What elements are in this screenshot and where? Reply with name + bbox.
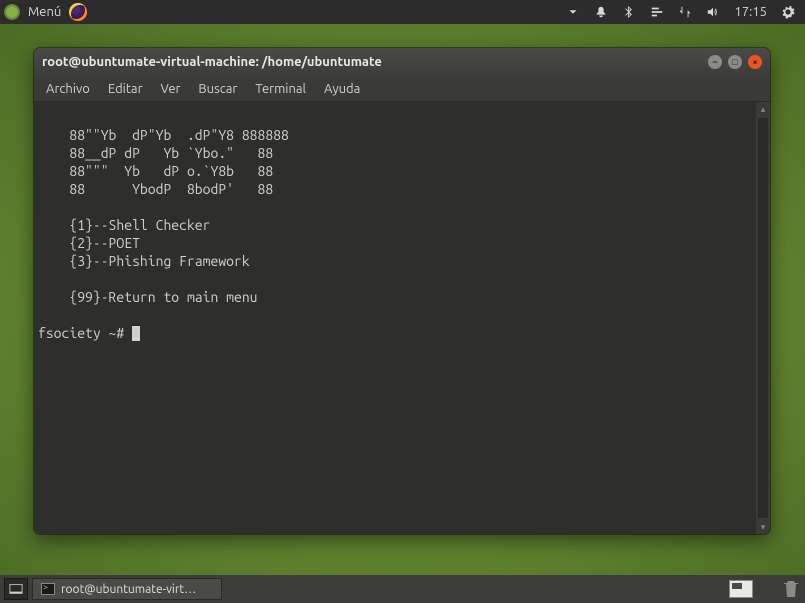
close-button[interactable]: × — [748, 55, 762, 69]
terminal-content[interactable]: 88""Yb dP"Yb .dP"Y8 888888 88__dP dP Yb … — [34, 102, 756, 534]
bottom-panel: root@ubuntumate-virt… — [0, 575, 805, 603]
network-icon[interactable] — [678, 5, 692, 19]
window-titlebar[interactable]: root@ubuntumate-virtual-machine: /home/u… — [34, 48, 770, 76]
dropdown-icon[interactable] — [566, 5, 580, 19]
menu-button[interactable]: Menú — [28, 5, 61, 19]
minimize-button[interactable]: – — [708, 55, 722, 69]
menu-ayuda[interactable]: Ayuda — [316, 79, 368, 99]
terminal-icon — [41, 583, 55, 595]
scrollbar[interactable]: ▴ ▾ — [756, 102, 770, 534]
menu-terminal[interactable]: Terminal — [247, 79, 314, 99]
bluetooth-icon[interactable] — [622, 5, 636, 19]
window-title: root@ubuntumate-virtual-machine: /home/u… — [42, 55, 382, 69]
top-panel: Menú 17:15 — [0, 0, 805, 24]
show-desktop-button[interactable] — [4, 578, 28, 600]
clock[interactable]: 17:15 — [734, 5, 767, 19]
maximize-button[interactable]: □ — [728, 55, 742, 69]
firefox-icon[interactable] — [69, 3, 87, 21]
menu-editar[interactable]: Editar — [100, 79, 151, 99]
menubar: Archivo Editar Ver Buscar Terminal Ayuda — [34, 76, 770, 102]
taskbar-item-label: root@ubuntumate-virt… — [61, 583, 196, 596]
notification-bell-icon[interactable] — [594, 5, 608, 19]
scroll-down-icon[interactable]: ▾ — [756, 520, 770, 534]
trash-icon[interactable] — [781, 578, 801, 600]
distro-logo-icon[interactable] — [4, 4, 20, 20]
indicator-menu-icon[interactable] — [650, 5, 664, 19]
desktop-background: root@ubuntumate-virtual-machine: /home/u… — [0, 24, 805, 575]
taskbar-item-terminal[interactable]: root@ubuntumate-virt… — [32, 578, 222, 600]
menu-ver[interactable]: Ver — [153, 79, 189, 99]
menu-archivo[interactable]: Archivo — [38, 79, 98, 99]
volume-icon[interactable] — [706, 5, 720, 19]
terminal-prompt: fsociety ~# — [38, 325, 132, 341]
settings-gear-icon[interactable] — [781, 5, 795, 19]
menu-buscar[interactable]: Buscar — [190, 79, 245, 99]
workspace-switcher[interactable] — [729, 580, 753, 598]
terminal-cursor — [132, 326, 140, 341]
show-desktop-icon — [9, 582, 23, 596]
terminal-window: root@ubuntumate-virtual-machine: /home/u… — [34, 48, 770, 534]
scroll-up-icon[interactable]: ▴ — [756, 102, 770, 116]
scroll-track[interactable] — [758, 118, 768, 518]
